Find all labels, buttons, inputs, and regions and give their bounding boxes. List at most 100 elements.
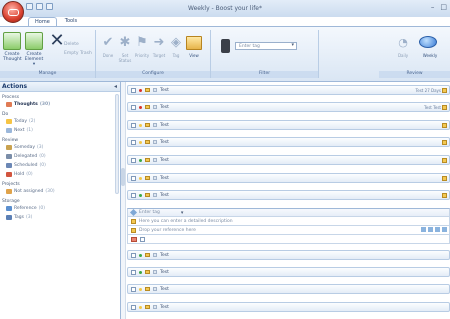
status-badge [442,88,447,93]
sidebar-item-scheduled[interactable]: Scheduled (0) [0,161,120,170]
description-placeholder: Here you can enter a detailed descriptio… [139,218,233,224]
sidebar-scrollbar[interactable] [115,94,119,194]
thought-row[interactable]: Test Test 27 Days [127,85,450,95]
done-checkbox[interactable] [131,175,136,181]
tag-icon[interactable]: ◈ [168,36,184,50]
maximize-button[interactable]: □ [440,3,447,11]
section-process: Process [2,95,20,100]
next-count: (1) [26,128,33,133]
done-checkbox[interactable] [131,269,136,275]
done-checkbox[interactable] [131,139,136,145]
sidebar-item-someday[interactable]: Someday (3) [0,143,120,152]
description-field[interactable]: Here you can enter a detailed descriptio… [127,217,450,226]
thought-meta: Test 27 Days [415,88,442,93]
target-icon[interactable]: ➜ [151,36,167,50]
done-checkbox[interactable] [131,104,136,110]
priority-icon[interactable]: ⚑ [134,36,150,50]
app-window: Weekly - Boost your life* – □ Home Tools… [0,0,450,319]
section-review: Review [2,138,19,143]
done-checkbox[interactable] [131,122,136,128]
chevron-down-icon[interactable]: ▾ [181,210,184,216]
clip-icon[interactable] [442,227,447,232]
hold-count: (0) [26,172,33,177]
flag-icon[interactable] [131,236,137,242]
person-icon[interactable] [428,227,433,232]
priority-dot [139,158,142,162]
flag-checkbox[interactable] [140,236,145,242]
main-area: Actions ◂ Process Thoughts (30) Do Today… [0,82,450,319]
sidebar-item-hold[interactable]: Hold (0) [0,170,120,179]
reference-drop-zone[interactable]: Drop your reference here [127,226,450,235]
sidebar-item-not-assigned[interactable]: Not assigned (30) [0,187,120,196]
ribbon-tabs: Home Tools [28,17,83,26]
set-status-icon[interactable]: ✱ [117,36,133,50]
thought-row[interactable]: Test [127,137,450,147]
tab-tools[interactable]: Tools [59,17,83,26]
done-checkbox[interactable] [131,157,136,163]
sidebar-item-next[interactable]: Next (1) [0,126,120,135]
thought-row[interactable]: Test [127,173,450,183]
tag-filter-input[interactable]: Enter tag ▾ [235,42,297,50]
note-icon [153,270,157,274]
create-element-button[interactable]: Create Element ▾ [24,32,44,67]
tag-filter-placeholder: Enter tag [239,44,260,49]
chevron-down-icon[interactable]: ▾ [291,42,294,49]
sidebar-item-today[interactable]: Today (2) [0,117,120,126]
empty-trash-button[interactable]: Empty Trash [64,51,92,56]
tab-home[interactable]: Home [28,17,57,26]
priority-dot [139,123,142,127]
hold-icon [6,172,12,177]
scheduled-icon [6,163,12,168]
thought-title: Test [160,87,169,93]
daily-review-icon[interactable]: ◔ [395,36,411,50]
link-icon[interactable] [421,227,426,232]
thought-row[interactable]: Test [127,155,450,165]
weekly-review-icon[interactable] [419,36,437,48]
list-splitter[interactable] [121,82,126,319]
thought-row[interactable]: Test Test Test [127,102,450,112]
note-icon [153,176,157,180]
done-icon[interactable]: ✔ [100,36,116,50]
sidebar-item-reference[interactable]: Reference (0) [0,204,120,213]
create-thought-button[interactable]: Create Thought [3,32,22,62]
pin-icon[interactable]: ◂ [114,82,117,92]
priority-dot [139,176,142,180]
someday-count: (3) [37,145,44,150]
thought-row[interactable]: Test [127,267,450,277]
create-element-label: Create Element ▾ [24,52,44,67]
thought-row[interactable]: Test [127,120,450,130]
note-icon [153,123,157,127]
thought-row[interactable]: Test [127,284,450,294]
tag-entry-row[interactable]: Enter tag ▾ [127,208,450,217]
sidebar-item-thoughts[interactable]: Thoughts (30) [0,100,120,109]
delegated-icon [6,154,12,159]
minimize-button[interactable]: – [431,3,435,11]
thought-row[interactable]: Test [127,302,450,312]
thought-row[interactable]: Test [127,190,450,200]
calendar-icon[interactable] [435,227,440,232]
done-checkbox[interactable] [131,87,136,93]
thought-title: Test [160,139,169,145]
status-badge [442,193,447,198]
done-checkbox[interactable] [131,304,136,310]
today-count: (2) [29,119,36,124]
thought-title: Test [160,269,169,275]
envelope-icon [145,287,150,291]
delete-small-button[interactable]: Delete [64,42,79,47]
note-icon [153,287,157,291]
done-checkbox[interactable] [131,286,136,292]
target-label: Target [152,53,166,58]
title-bar: Weekly - Boost your life* – □ [0,0,450,23]
sidebar-item-tags[interactable]: Tags (3) [0,213,120,222]
done-checkbox[interactable] [131,192,136,198]
delegated-count: (0) [39,154,46,159]
done-checkbox[interactable] [131,252,136,258]
window-title: Weekly - Boost your life* [187,5,262,12]
splitter-handle[interactable] [121,168,125,186]
view-icon[interactable] [186,36,202,50]
thought-row[interactable]: Test [127,250,450,260]
sidebar-item-delegated[interactable]: Delegated (0) [0,152,120,161]
window-controls: – □ [431,3,447,11]
flags-row [127,235,450,244]
tags-icon [6,215,12,220]
